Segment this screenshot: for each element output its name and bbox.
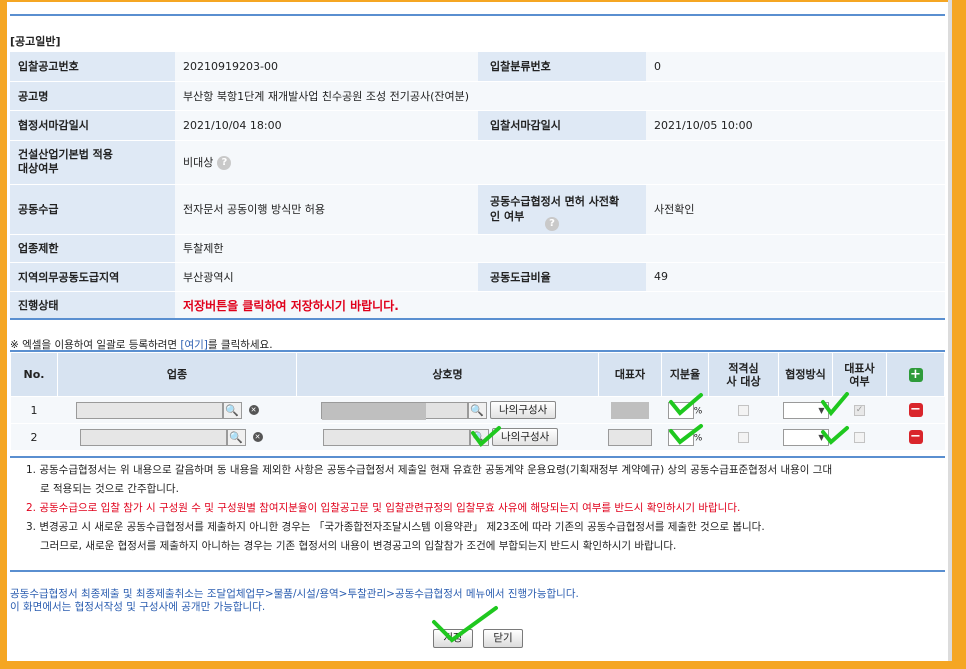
status-label: 진행상태 (10, 291, 175, 320)
col-industry: 업종 (57, 352, 297, 397)
bid-class-label: 입찰분류번호 (478, 52, 646, 82)
col-review: 적격심사 대상 (708, 352, 779, 397)
rep-cell (598, 423, 662, 451)
notes-divider (10, 570, 945, 572)
table-row: 1 🔍 ✕ 🔍 나의구성사 % ▼ ✓ − (10, 396, 945, 424)
review-checkbox[interactable] (738, 432, 749, 443)
help-icon[interactable]: ? (545, 217, 559, 231)
note-3: 3. 변경공고 시 새로운 공동수급협정서를 제출하지 아니한 경우는 「국가종… (26, 521, 765, 533)
industry-input[interactable] (79, 428, 227, 446)
status-value: 저장버튼을 클릭하여 저장하시기 바랍니다. (175, 291, 945, 320)
notice-info-table: 입찰공고번호 20210919203-00 입찰분류번호 0 공고명 부산항 북… (10, 52, 945, 320)
bid-no-value: 20210919203-00 (175, 52, 478, 82)
row-no: 1 (10, 396, 58, 424)
industry-cell: 🔍 ✕ (57, 423, 297, 451)
col-leader: 대표사 여부 (832, 352, 887, 397)
col-add: + (886, 352, 945, 397)
window-frame-top (0, 0, 966, 2)
remove-row-icon[interactable]: − (908, 430, 923, 444)
col-company: 상호명 (296, 352, 599, 397)
search-icon[interactable]: 🔍 (222, 401, 242, 419)
check-mark-icon (821, 426, 849, 445)
construction-law-value: 비대상? (175, 140, 945, 185)
col-review-text: 적격심사 대상 (726, 361, 761, 388)
review-cell (708, 423, 779, 451)
rep-cell (598, 396, 662, 424)
col-leader-text: 대표사 여부 (844, 361, 875, 388)
industry-limit-label: 업종제한 (10, 234, 175, 263)
clear-icon[interactable]: ✕ (246, 429, 265, 446)
note-1: 1. 공동수급협정서는 위 내용으로 갈음하며 동 내용을 제외한 사항은 공동… (26, 464, 833, 476)
rep-input[interactable] (608, 428, 652, 446)
col-no: No. (10, 352, 58, 397)
help-icon[interactable]: ? (217, 156, 232, 170)
construction-law-label: 건설산업기본법 적용대상여부 (10, 140, 175, 185)
add-row-icon[interactable]: + (908, 367, 923, 382)
status-message: 저장버튼을 클릭하여 저장하시기 바랍니다. (183, 298, 399, 313)
bid-deadline-value: 2021/10/05 10:00 (646, 110, 945, 141)
joint-value: 전자문서 공동이행 방식만 허용 (175, 184, 478, 235)
remove-row-icon[interactable]: − (908, 403, 923, 417)
note-2: 2. 공동수급으로 입찰 참가 시 구성원 수 및 구성원별 참여지분율이 입찰… (26, 502, 741, 514)
agreement-deadline-label: 협정서마감일시 (10, 110, 175, 141)
col-share: 지분율 (661, 352, 709, 397)
joint-label: 공동수급 (10, 184, 175, 235)
my-company-button[interactable]: 나의구성사 (490, 401, 557, 419)
grid-bottom-divider (10, 456, 945, 458)
window-frame-left (0, 0, 7, 669)
row-no: 2 (10, 423, 58, 451)
agreement-deadline-value: 2021/10/04 18:00 (175, 110, 478, 141)
company-cell: 🔍 나의구성사 (296, 396, 599, 424)
info-divider (10, 318, 945, 320)
construction-law-text: 비대상 (183, 156, 214, 169)
review-checkbox[interactable] (738, 405, 749, 416)
industry-limit-link[interactable]: 투찰제한 (175, 234, 945, 263)
check-mark-icon (821, 392, 849, 417)
leader-checkbox[interactable]: ✓ (854, 405, 865, 416)
bid-class-value: 0 (646, 52, 945, 82)
search-icon[interactable]: 🔍 (467, 401, 487, 419)
check-mark-icon (432, 606, 498, 643)
search-icon[interactable]: 🔍 (226, 428, 246, 446)
notice-notes: 1. 공동수급협정서는 위 내용으로 갈음하며 동 내용을 제외한 사항은 공동… (10, 461, 945, 556)
clear-icon[interactable]: ✕ (242, 402, 261, 419)
review-cell (708, 396, 779, 424)
delete-cell: − (886, 396, 945, 424)
check-mark-icon (669, 424, 703, 445)
check-mark-icon (669, 393, 703, 416)
window-frame-right (952, 0, 966, 669)
check-mark-icon (471, 426, 501, 447)
leader-checkbox[interactable] (854, 432, 865, 443)
industry-cell: 🔍 ✕ (57, 396, 297, 424)
joint-ratio-value: 49 (646, 262, 945, 292)
joint-ratio-label: 공동도급비율 (478, 262, 646, 292)
bid-no-label: 입찰공고번호 (10, 52, 175, 82)
top-divider (10, 14, 945, 16)
col-rep: 대표자 (598, 352, 662, 397)
company-input[interactable] (320, 401, 468, 420)
window-frame-bottom (0, 661, 966, 669)
region-label: 지역의무공동도급지역 (10, 262, 175, 292)
notice-name-label: 공고명 (10, 81, 175, 111)
note-3-cont: 그러므로, 새로운 협정서를 제출하지 아니하는 경우는 기존 협정서의 내용이… (40, 540, 677, 552)
exemption-label: 공동수급협정서 면허 사전확인 여부? (478, 184, 646, 235)
construction-law-label-text: 건설산업기본법 적용대상여부 (18, 148, 113, 175)
section-title: [공고일반] (10, 35, 61, 48)
notice-name-value: 부산항 북항1단계 재개발사업 친수공원 조성 전기공사(잔여분) (175, 81, 945, 111)
col-method: 협정방식 (778, 352, 833, 397)
bid-deadline-label: 입찰서마감일시 (478, 110, 646, 141)
exemption-value: 사전확인 (646, 184, 945, 235)
company-input[interactable] (322, 428, 470, 446)
industry-input[interactable] (75, 401, 223, 419)
delete-cell: − (886, 423, 945, 451)
rep-input[interactable] (611, 401, 649, 419)
company-cell: 🔍 나의구성사 (296, 423, 599, 451)
region-value: 부산광역시 (175, 262, 478, 292)
note-1-cont: 로 적용되는 것으로 간주합니다. (40, 483, 179, 495)
bottom-note-line-1: 공동수급협정서 최종제출 및 최종제출취소는 조달업체업무>물품/시설/용역>투… (10, 588, 579, 600)
